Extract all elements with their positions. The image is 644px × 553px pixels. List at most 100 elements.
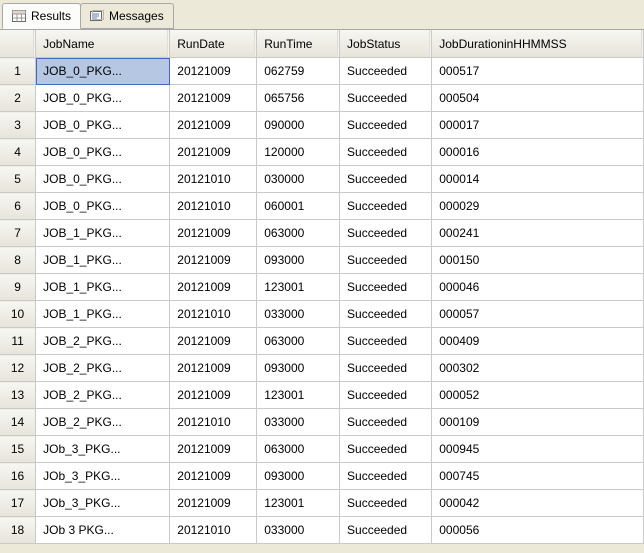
cell[interactable]: 093000 — [257, 247, 340, 274]
cell[interactable]: 20121009 — [170, 328, 257, 355]
cell[interactable]: JOB_0_PKG... — [36, 112, 170, 139]
cell[interactable]: 20121009 — [170, 58, 257, 85]
row-number[interactable]: 4 — [0, 139, 36, 166]
cell[interactable]: 20121009 — [170, 436, 257, 463]
cell[interactable]: 123001 — [257, 490, 340, 517]
cell[interactable]: 000517 — [432, 58, 644, 85]
cell[interactable]: 20121009 — [170, 355, 257, 382]
cell[interactable]: Succeeded — [340, 382, 432, 409]
row-number[interactable]: 2 — [0, 85, 36, 112]
cell[interactable]: JOB_1_PKG... — [36, 247, 170, 274]
table-row[interactable]: 14JOB_2_PKG...20121010033000Succeeded000… — [0, 409, 644, 436]
table-row[interactable]: 9JOB_1_PKG...20121009123001Succeeded0000… — [0, 274, 644, 301]
cell[interactable]: 000014 — [432, 166, 644, 193]
cell[interactable]: JOb_3_PKG... — [36, 463, 170, 490]
cell[interactable]: 120000 — [257, 139, 340, 166]
cell[interactable]: 20121009 — [170, 112, 257, 139]
row-number[interactable]: 13 — [0, 382, 36, 409]
cell[interactable]: Succeeded — [340, 274, 432, 301]
cell[interactable]: 000745 — [432, 463, 644, 490]
row-number[interactable]: 8 — [0, 247, 36, 274]
col-header-duration[interactable]: JobDurationinHHMMSS — [432, 30, 644, 58]
cell[interactable]: Succeeded — [340, 220, 432, 247]
cell[interactable]: JOb 3 PKG... — [36, 517, 170, 544]
cell[interactable]: 20121009 — [170, 490, 257, 517]
cell[interactable]: 000017 — [432, 112, 644, 139]
cell[interactable]: JOB_2_PKG... — [36, 328, 170, 355]
table-row[interactable]: 15JOb_3_PKG...20121009063000Succeeded000… — [0, 436, 644, 463]
cell[interactable]: 000504 — [432, 85, 644, 112]
cell[interactable]: 033000 — [257, 301, 340, 328]
cell[interactable]: 20121010 — [170, 517, 257, 544]
cell[interactable]: JOB_0_PKG... — [36, 58, 170, 85]
results-grid[interactable]: JobName RunDate RunTime JobStatus JobDur… — [0, 30, 644, 544]
cell[interactable]: 20121009 — [170, 139, 257, 166]
cell[interactable]: 123001 — [257, 274, 340, 301]
cell[interactable]: 000056 — [432, 517, 644, 544]
row-number[interactable]: 10 — [0, 301, 36, 328]
row-number[interactable]: 1 — [0, 58, 36, 85]
cell[interactable]: 033000 — [257, 517, 340, 544]
row-number[interactable]: 14 — [0, 409, 36, 436]
cell[interactable]: 000052 — [432, 382, 644, 409]
rownum-header[interactable] — [0, 30, 36, 58]
cell[interactable]: JOB_2_PKG... — [36, 409, 170, 436]
cell[interactable]: Succeeded — [340, 301, 432, 328]
table-row[interactable]: 6JOB_0_PKG...20121010060001Succeeded0000… — [0, 193, 644, 220]
cell[interactable]: 090000 — [257, 112, 340, 139]
table-row[interactable]: 11JOB_2_PKG...20121009063000Succeeded000… — [0, 328, 644, 355]
cell[interactable]: JOb_3_PKG... — [36, 436, 170, 463]
cell[interactable]: 000042 — [432, 490, 644, 517]
cell[interactable]: 000302 — [432, 355, 644, 382]
cell[interactable]: 093000 — [257, 463, 340, 490]
row-number[interactable]: 11 — [0, 328, 36, 355]
cell[interactable]: Succeeded — [340, 355, 432, 382]
cell[interactable]: JOB_1_PKG... — [36, 220, 170, 247]
cell[interactable]: JOB_1_PKG... — [36, 274, 170, 301]
cell[interactable]: Succeeded — [340, 85, 432, 112]
tab-messages[interactable]: Messages — [80, 3, 174, 29]
cell[interactable]: 000029 — [432, 193, 644, 220]
cell[interactable]: 000046 — [432, 274, 644, 301]
table-row[interactable]: 13JOB_2_PKG...20121009123001Succeeded000… — [0, 382, 644, 409]
cell[interactable]: 065756 — [257, 85, 340, 112]
cell[interactable]: 20121009 — [170, 274, 257, 301]
cell[interactable]: JOb_3_PKG... — [36, 490, 170, 517]
col-header-jobstatus[interactable]: JobStatus — [340, 30, 432, 58]
cell[interactable]: Succeeded — [340, 463, 432, 490]
col-header-jobname[interactable]: JobName — [36, 30, 170, 58]
cell[interactable]: 063000 — [257, 328, 340, 355]
cell[interactable]: Succeeded — [340, 139, 432, 166]
table-row[interactable]: 8JOB_1_PKG...20121009093000Succeeded0001… — [0, 247, 644, 274]
cell[interactable]: 000150 — [432, 247, 644, 274]
table-row[interactable]: 10JOB_1_PKG...20121010033000Succeeded000… — [0, 301, 644, 328]
row-number[interactable]: 3 — [0, 112, 36, 139]
table-row[interactable]: 12JOB_2_PKG...20121009093000Succeeded000… — [0, 355, 644, 382]
table-row[interactable]: 17JOb_3_PKG...20121009123001Succeeded000… — [0, 490, 644, 517]
table-row[interactable]: 1JOB_0_PKG...20121009062759Succeeded0005… — [0, 58, 644, 85]
cell[interactable]: 000409 — [432, 328, 644, 355]
col-header-runtime[interactable]: RunTime — [257, 30, 340, 58]
cell[interactable]: Succeeded — [340, 328, 432, 355]
cell[interactable]: 20121010 — [170, 193, 257, 220]
cell[interactable]: Succeeded — [340, 247, 432, 274]
cell[interactable]: 20121009 — [170, 220, 257, 247]
cell[interactable]: 030000 — [257, 166, 340, 193]
cell[interactable]: Succeeded — [340, 193, 432, 220]
table-row[interactable]: 5JOB_0_PKG...20121010030000Succeeded0000… — [0, 166, 644, 193]
table-row[interactable]: 3JOB_0_PKG...20121009090000Succeeded0000… — [0, 112, 644, 139]
cell[interactable]: 033000 — [257, 409, 340, 436]
cell[interactable]: 063000 — [257, 220, 340, 247]
row-number[interactable]: 12 — [0, 355, 36, 382]
cell[interactable]: Succeeded — [340, 166, 432, 193]
cell[interactable]: JOB_0_PKG... — [36, 166, 170, 193]
row-number[interactable]: 7 — [0, 220, 36, 247]
table-row[interactable]: 7JOB_1_PKG...20121009063000Succeeded0002… — [0, 220, 644, 247]
cell[interactable]: 062759 — [257, 58, 340, 85]
cell[interactable]: JOB_0_PKG... — [36, 85, 170, 112]
cell[interactable]: Succeeded — [340, 58, 432, 85]
cell[interactable]: 20121009 — [170, 463, 257, 490]
cell[interactable]: 20121009 — [170, 247, 257, 274]
cell[interactable]: Succeeded — [340, 409, 432, 436]
row-number[interactable]: 9 — [0, 274, 36, 301]
